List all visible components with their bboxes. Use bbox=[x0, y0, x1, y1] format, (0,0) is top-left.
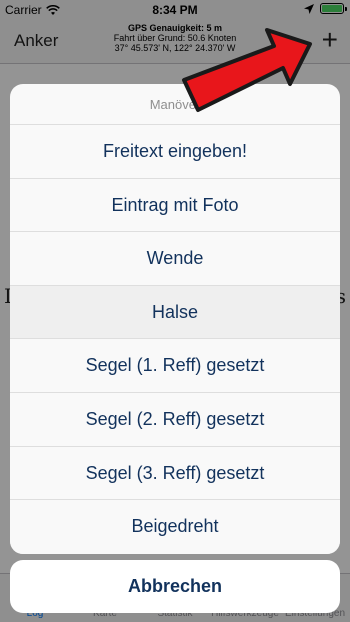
action-reff-1[interactable]: Segel (1. Reff) gesetzt bbox=[10, 339, 340, 393]
cancel-button[interactable]: Abbrechen bbox=[10, 560, 340, 613]
action-reff-2[interactable]: Segel (2. Reff) gesetzt bbox=[10, 392, 340, 447]
action-freitext[interactable]: Freitext eingeben! bbox=[10, 125, 340, 179]
action-reff-3[interactable]: Segel (3. Reff) gesetzt bbox=[10, 446, 340, 501]
action-eintrag-foto[interactable]: Eintrag mit Foto bbox=[10, 178, 340, 233]
action-beigedreht[interactable]: Beigedreht bbox=[10, 500, 340, 554]
action-halse[interactable]: Halse bbox=[10, 285, 340, 340]
action-wende[interactable]: Wende bbox=[10, 232, 340, 286]
action-sheet: Manöver Freitext eingeben! Eintrag mit F… bbox=[10, 84, 340, 554]
screen: Carrier 8:34 PM Anker GPS Genauigkeit: 5… bbox=[0, 0, 350, 622]
red-arrow-annotation bbox=[182, 28, 312, 112]
